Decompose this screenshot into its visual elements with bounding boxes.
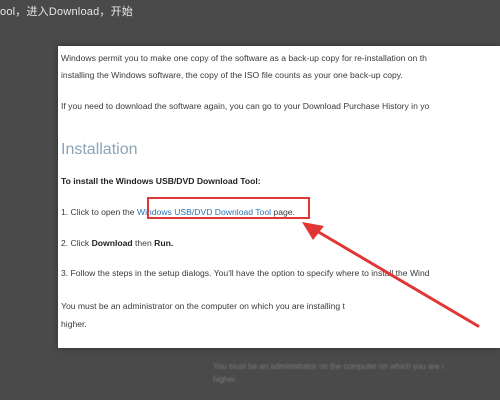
paragraph-line: If you need to download the software aga…: [61, 101, 430, 111]
step-1-prefix: 1. Click to open the: [61, 207, 137, 217]
caption-text: ool，进入Download，开始: [0, 6, 133, 18]
step-2-run: Run.: [154, 238, 174, 248]
step-2-prefix: 2. Click: [61, 238, 92, 248]
section-heading: Installation: [61, 141, 138, 158]
admin-note-line: higher.: [61, 319, 87, 329]
background-text-line: higher.: [213, 375, 238, 384]
step-2-download: Download: [91, 238, 133, 248]
section-subheading: To install the Windows USB/DVD Download …: [61, 176, 261, 186]
step-2-mid: then: [132, 238, 155, 248]
document-page: Windows permit you to make one copy of t…: [58, 46, 500, 348]
step-2: 2. Click Download then Run.: [61, 237, 173, 249]
background-text-line: You must be an administrator on the comp…: [213, 362, 444, 371]
link-highlight-box: [147, 197, 310, 219]
paragraph-line: Windows permit you to make one copy of t…: [61, 53, 427, 63]
red-arrow-icon: [302, 222, 480, 328]
paragraph-line: installing the Windows software, the cop…: [61, 70, 403, 80]
